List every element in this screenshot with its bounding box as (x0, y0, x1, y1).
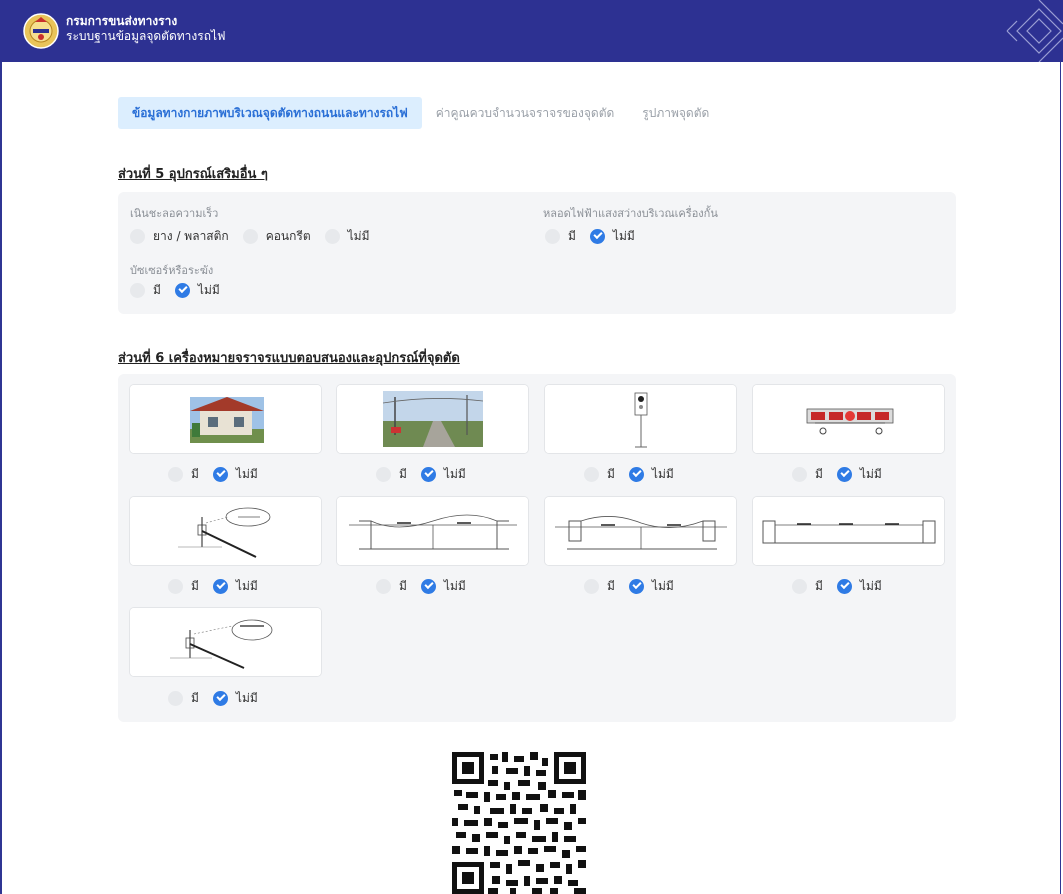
device-5-options: มี ไม่มี (168, 577, 258, 596)
org-name: กรมการขนส่งทางราง (66, 14, 178, 28)
device-1-no-checkbox[interactable] (212, 467, 228, 482)
lighting-yes-label: มี (568, 229, 576, 243)
device-card-warning-barrier[interactable] (752, 384, 945, 454)
device-9-yes-label: มี (191, 691, 199, 705)
lighting-no-checkbox[interactable] (589, 229, 605, 244)
system-name: ระบบฐานข้อมูลจุดตัดทางรถไฟ (66, 29, 226, 43)
section6-title: ส่วนที่ 6 เครื่องหมายจราจรแบบตอบสนองและอ… (118, 351, 460, 366)
device-card-signal-post[interactable] (544, 384, 737, 454)
device-6-no-label: ไม่มี (443, 579, 466, 593)
device-4-yes-label: มี (815, 467, 823, 481)
emblem-seal-icon (23, 13, 59, 49)
device-3-no-label: ไม่มี (651, 467, 674, 481)
signal-post-icon (545, 385, 736, 453)
device-1-yes-checkbox[interactable] (168, 467, 183, 482)
device-card-barrier-arm[interactable] (129, 496, 322, 566)
buzzer-options: มี ไม่มี (130, 281, 234, 300)
device-7-yes-label: มี (607, 579, 615, 593)
double-gate-diagram-2-icon (545, 497, 736, 565)
device-5-yes-checkbox[interactable] (168, 579, 183, 594)
device-8-no-checkbox[interactable] (836, 579, 852, 594)
device-4-no-checkbox[interactable] (836, 467, 852, 482)
lighting-yes-checkbox[interactable] (545, 229, 560, 244)
lighting-options: มี ไม่มี (545, 227, 649, 246)
tab-physical-info[interactable]: ข้อมูลทางกายภาพบริเวณจุดตัดทางถนนและทางร… (118, 97, 422, 129)
header-pattern-icon (1006, 0, 1063, 62)
barrier-arm-diagram-icon (130, 497, 321, 565)
device-card-single-gate[interactable] (752, 496, 945, 566)
device-7-yes-checkbox[interactable] (584, 579, 599, 594)
device-card-barrier-detail[interactable] (129, 607, 322, 677)
device-6-options: มี ไม่มี (376, 577, 466, 596)
tab-traffic-factor[interactable]: ค่าคูณควบจำนวนจราจรของจุดตัด (422, 97, 629, 129)
device-9-options: มี ไม่มี (168, 689, 258, 708)
device-3-no-checkbox[interactable] (628, 467, 644, 482)
device-9-yes-checkbox[interactable] (168, 691, 183, 706)
device-9-no-checkbox[interactable] (212, 691, 228, 706)
device-card-double-gate[interactable] (336, 496, 529, 566)
buzzer-no-label: ไม่มี (197, 283, 220, 297)
speed-bump-none-label: ไม่มี (347, 229, 370, 243)
speed-bump-concrete-checkbox[interactable] (242, 229, 258, 244)
device-6-yes-checkbox[interactable] (376, 579, 391, 594)
device-8-no-label: ไม่มี (859, 579, 882, 593)
device-8-options: มี ไม่มี (792, 577, 882, 596)
double-gate-diagram-icon (337, 497, 528, 565)
device-6-yes-label: มี (399, 579, 407, 593)
device-5-no-checkbox[interactable] (212, 579, 228, 594)
header-title: กรมการขนส่งทางราง ระบบฐานข้อมูลจุดตัดทาง… (66, 14, 226, 44)
tab-bar: ข้อมูลทางกายภาพบริเวณจุดตัดทางถนนและทางร… (118, 97, 723, 129)
device-7-no-checkbox[interactable] (628, 579, 644, 594)
buzzer-no-checkbox[interactable] (174, 283, 190, 298)
device-2-no-label: ไม่มี (443, 467, 466, 481)
speed-bump-concrete-label: คอนกรีต (265, 229, 311, 243)
device-1-yes-label: มี (191, 467, 199, 481)
device-card-double-gate-2[interactable] (544, 496, 737, 566)
device-4-yes-checkbox[interactable] (792, 467, 807, 482)
device-5-yes-label: มี (191, 579, 199, 593)
device-6-no-checkbox[interactable] (420, 579, 436, 594)
lighting-no-label: ไม่มี (612, 229, 635, 243)
speed-bump-rubber-label: ยาง / พลาสติก (153, 229, 229, 243)
device-9-no-label: ไม่มี (235, 691, 258, 705)
device-7-no-label: ไม่มี (651, 579, 674, 593)
speed-bump-label: เนินชะลอความเร็ว (130, 207, 219, 220)
qr-code-icon (452, 752, 586, 894)
buzzer-label: บัซเซอร์หรือระฆัง (130, 264, 214, 277)
section5-panel: เนินชะลอความเร็ว ยาง / พลาสติก คอนกรีต ไ… (118, 192, 956, 314)
device-3-options: มี ไม่มี (584, 465, 674, 484)
warning-barrier-icon (753, 385, 944, 453)
device-3-yes-label: มี (607, 467, 615, 481)
device-2-no-checkbox[interactable] (420, 467, 436, 482)
speed-bump-rubber-checkbox[interactable] (130, 229, 145, 244)
speed-bump-options: ยาง / พลาสติก คอนกรีต ไม่มี (130, 227, 384, 246)
device-4-options: มี ไม่มี (792, 465, 882, 484)
app-header: กรมการขนส่งทางราง ระบบฐานข้อมูลจุดตัดทาง… (0, 0, 1063, 62)
device-5-no-label: ไม่มี (235, 579, 258, 593)
device-4-no-label: ไม่มี (859, 467, 882, 481)
speed-bump-none-checkbox[interactable] (324, 229, 340, 244)
device-card-crossing-photo[interactable] (336, 384, 529, 454)
crossing-road-photo (337, 385, 528, 453)
device-7-options: มี ไม่มี (584, 577, 674, 596)
section5-title: ส่วนที่ 5 อุปกรณ์เสริมอื่น ๆ (118, 167, 268, 182)
device-card-guard-house[interactable] (129, 384, 322, 454)
lighting-label: หลอดไฟฟ้าแสงสว่างบริเวณเครื่องกั้น (543, 207, 718, 220)
buzzer-yes-checkbox[interactable] (130, 283, 145, 298)
device-2-yes-checkbox[interactable] (376, 467, 391, 482)
device-8-yes-label: มี (815, 579, 823, 593)
single-gate-diagram-icon (753, 497, 944, 565)
device-3-yes-checkbox[interactable] (584, 467, 599, 482)
device-1-no-label: ไม่มี (235, 467, 258, 481)
device-2-options: มี ไม่มี (376, 465, 466, 484)
guard-house-photo (130, 385, 321, 453)
barrier-detail-diagram-icon (130, 608, 321, 676)
device-1-options: มี ไม่มี (168, 465, 258, 484)
device-8-yes-checkbox[interactable] (792, 579, 807, 594)
tab-photos[interactable]: รูปภาพจุดตัด (628, 97, 723, 129)
device-2-yes-label: มี (399, 467, 407, 481)
buzzer-yes-label: มี (153, 283, 161, 297)
